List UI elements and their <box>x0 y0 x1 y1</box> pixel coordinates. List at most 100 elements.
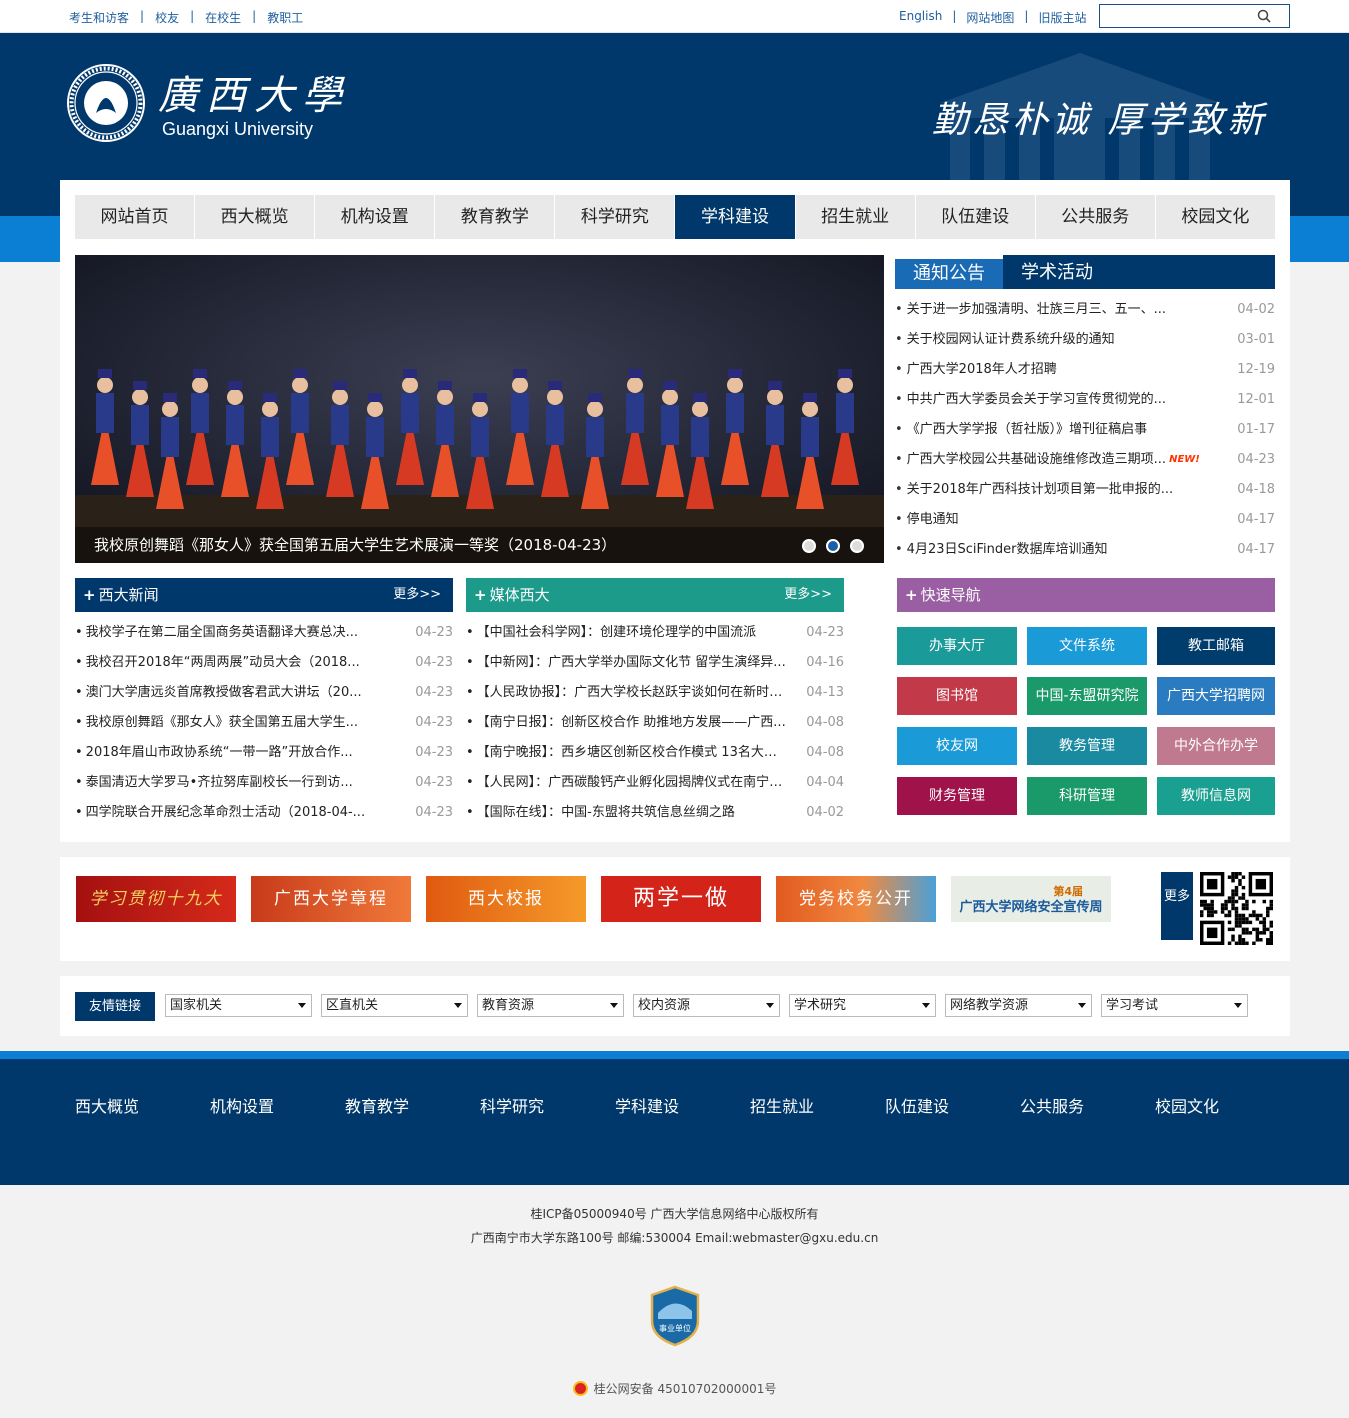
banner-charter[interactable]: 广西大学章程 <box>251 876 411 922</box>
nav-education[interactable]: 教育教学 <box>435 195 556 239</box>
notice-item-title[interactable]: 《广西大学学报（哲社版）》增刊征稿启事 <box>895 415 1148 445</box>
university-logo[interactable]: 廣西大學 Guangxi University <box>66 63 342 143</box>
select-exams[interactable]: 学习考试 <box>1101 994 1248 1017</box>
tab-academic[interactable]: 学术活动 <box>1003 255 1111 289</box>
notice-item-title[interactable]: 停电通知 <box>895 505 959 535</box>
news-item[interactable]: 我校原创舞蹈《那女人》获全国第五届大学生... 04-23 <box>75 708 453 738</box>
banners-more-button[interactable]: 更多 <box>1161 872 1193 940</box>
news-item[interactable]: 泰国清迈大学罗马•齐拉努库副校长一行到访... 04-23 <box>75 768 453 798</box>
news-item-title[interactable]: 澳门大学唐远炎首席教授做客君武大讲坛（20... <box>75 678 362 708</box>
news-item[interactable]: 2018年眉山市政协系统“一带一路”开放合作... 04-23 <box>75 738 453 768</box>
notice-item[interactable]: 《广西大学学报（哲社版）》增刊征稿启事 01-17 <box>895 415 1275 445</box>
quick-button[interactable]: 中国-东盟研究院 <box>1027 677 1147 715</box>
footer-nav-item[interactable]: 招生就业 <box>750 1093 885 1117</box>
quick-button[interactable]: 教工邮箱 <box>1157 627 1275 665</box>
news-item[interactable]: 四学院联合开展纪念革命烈士活动（2018-04-... 04-23 <box>75 798 453 828</box>
news-item-title[interactable]: 泰国清迈大学罗马•齐拉努库副校长一行到访... <box>75 768 353 798</box>
notice-item-title[interactable]: 关于2018年广西科技计划项目第一批申报的... <box>895 475 1173 505</box>
media-item-title[interactable]: 【中新网】：广西大学举办国际文化节 留学生演绎异... <box>466 648 786 678</box>
nav-discipline[interactable]: 学科建设 <box>675 195 796 239</box>
footer-nav-item[interactable]: 校园文化 <box>1155 1093 1290 1117</box>
quick-button[interactable]: 广西大学招聘网 <box>1157 677 1275 715</box>
news-item-title[interactable]: 我校原创舞蹈《那女人》获全国第五届大学生... <box>75 708 358 738</box>
media-item[interactable]: 【中国社会科学网】：创建环境伦理学的中国流派 04-23 <box>466 618 844 648</box>
notice-item[interactable]: 4月23日SciFinder数据库培训通知 04-17 <box>895 535 1275 565</box>
search-icon[interactable] <box>1257 9 1271 23</box>
select-campus[interactable]: 校内资源 <box>633 994 780 1017</box>
news-item[interactable]: 我校学子在第二届全国商务英语翻译大赛总决... 04-23 <box>75 618 453 648</box>
notice-item[interactable]: 关于进一步加强清明、壮族三月三、五一、... 04-02 <box>895 295 1275 325</box>
link-sitemap[interactable]: 网站地图 <box>966 9 1014 26</box>
media-item[interactable]: 【南宁晚报】：西乡塘区创新区校合作模式 13名大学... 04-08 <box>466 738 844 768</box>
select-online-teaching[interactable]: 网络教学资源 <box>945 994 1092 1017</box>
quick-button[interactable]: 财务管理 <box>897 777 1017 815</box>
select-academic[interactable]: 学术研究 <box>789 994 936 1017</box>
news-item[interactable]: 澳门大学唐远炎首席教授做客君武大讲坛（20... 04-23 <box>75 678 453 708</box>
link-staff[interactable]: 教职工 <box>267 9 303 26</box>
quick-button[interactable]: 文件系统 <box>1027 627 1147 665</box>
notice-item[interactable]: 关于2018年广西科技计划项目第一批申报的... 04-18 <box>895 475 1275 505</box>
institution-badge-icon[interactable]: 事业单位 <box>650 1285 700 1347</box>
news-item-title[interactable]: 2018年眉山市政协系统“一带一路”开放合作... <box>75 738 353 768</box>
police-record[interactable]: 桂公网安备 45010702000001号 <box>0 1380 1349 1397</box>
notice-item[interactable]: 广西大学校园公共基础设施维修改造三期项...NEW! 04-23 <box>895 445 1275 475</box>
footer-nav-item[interactable]: 公共服务 <box>1020 1093 1155 1117</box>
nav-culture[interactable]: 校园文化 <box>1156 195 1275 239</box>
link-alumni[interactable]: 校友 <box>155 9 179 26</box>
media-item-title[interactable]: 【南宁晚报】：西乡塘区创新区校合作模式 13名大学... <box>466 738 786 768</box>
news-more-link[interactable]: 更多>> <box>393 578 453 612</box>
nav-services[interactable]: 公共服务 <box>1036 195 1156 239</box>
slider-caption[interactable]: 我校原创舞蹈《那女人》获全国第五届大学生艺术展演一等奖（2018-04-23） <box>75 527 884 563</box>
notice-item[interactable]: 广西大学2018年人才招聘 12-19 <box>895 355 1275 385</box>
slider-dot[interactable] <box>802 539 816 553</box>
quick-button[interactable]: 教师信息网 <box>1157 777 1275 815</box>
nav-organization[interactable]: 机构设置 <box>315 195 436 239</box>
media-more-link[interactable]: 更多>> <box>784 578 844 612</box>
media-item-title[interactable]: 【南宁日报】：创新区校合作 助推地方发展——广西... <box>466 708 786 738</box>
banner-newspaper[interactable]: 西大校报 <box>426 876 586 922</box>
quick-button[interactable]: 科研管理 <box>1027 777 1147 815</box>
media-item[interactable]: 【人民政协报】：广西大学校长赵跃宇谈如何在新时代... 04-13 <box>466 678 844 708</box>
footer-nav-item[interactable]: 教育教学 <box>345 1093 480 1117</box>
notice-item-title[interactable]: 中共广西大学委员会关于学习宣传贯彻党的... <box>895 385 1166 415</box>
quick-button[interactable]: 中外合作办学 <box>1157 727 1275 765</box>
footer-nav-item[interactable]: 学科建设 <box>615 1093 750 1117</box>
footer-nav-item[interactable]: 科学研究 <box>480 1093 615 1117</box>
media-item-title[interactable]: 【人民政协报】：广西大学校长赵跃宇谈如何在新时代... <box>466 678 786 708</box>
media-item[interactable]: 【中新网】：广西大学举办国际文化节 留学生演绎异... 04-16 <box>466 648 844 678</box>
media-item[interactable]: 【国际在线】：中国-东盟将共筑信息丝绸之路 04-02 <box>466 798 844 828</box>
news-item[interactable]: 我校召开2018年“两周两展”动员大会（2018... 04-23 <box>75 648 453 678</box>
notice-item[interactable]: 关于校园网认证计费系统升级的通知 03-01 <box>895 325 1275 355</box>
link-english[interactable]: English <box>899 9 942 26</box>
notice-item-title[interactable]: 4月23日SciFinder数据库培训通知 <box>895 535 1108 565</box>
nav-research[interactable]: 科学研究 <box>555 195 676 239</box>
select-education[interactable]: 教育资源 <box>477 994 624 1017</box>
footer-nav-item[interactable]: 西大概览 <box>75 1093 210 1117</box>
slider-dot-active[interactable] <box>826 539 840 553</box>
footer-nav-item[interactable]: 队伍建设 <box>885 1093 1020 1117</box>
footer-nav-item[interactable]: 机构设置 <box>210 1093 345 1117</box>
media-item[interactable]: 【人民网】：广西碳酸钙产业孵化园揭牌仪式在南宁举行 04-04 <box>466 768 844 798</box>
search-input[interactable] <box>1100 5 1250 27</box>
notice-item-title[interactable]: 关于校园网认证计费系统升级的通知 <box>895 325 1115 355</box>
tab-notices[interactable]: 通知公告 <box>895 255 1003 289</box>
quick-button[interactable]: 教务管理 <box>1027 727 1147 765</box>
nav-home[interactable]: 网站首页 <box>75 195 196 239</box>
slider-dot[interactable] <box>850 539 864 553</box>
media-item-title[interactable]: 【人民网】：广西碳酸钙产业孵化园揭牌仪式在南宁举行 <box>466 768 786 798</box>
select-government[interactable]: 国家机关 <box>165 994 312 1017</box>
news-item-title[interactable]: 我校学子在第二届全国商务英语翻译大赛总决... <box>75 618 358 648</box>
nav-faculty[interactable]: 队伍建设 <box>916 195 1036 239</box>
news-item-title[interactable]: 四学院联合开展纪念革命烈士活动（2018-04-... <box>75 798 365 828</box>
nav-overview[interactable]: 西大概览 <box>195 195 316 239</box>
notice-item-title[interactable]: 广西大学2018年人才招聘 <box>895 355 1057 385</box>
media-item-title[interactable]: 【国际在线】：中国-东盟将共筑信息丝绸之路 <box>466 798 735 828</box>
notice-item-title[interactable]: 关于进一步加强清明、壮族三月三、五一、... <box>895 295 1166 325</box>
media-item[interactable]: 【南宁日报】：创新区校合作 助推地方发展——广西... 04-08 <box>466 708 844 738</box>
quick-button[interactable]: 图书馆 <box>897 677 1017 715</box>
banner-two-studies[interactable]: 两学一做 <box>601 876 761 922</box>
notice-item[interactable]: 中共广西大学委员会关于学习宣传贯彻党的... 12-01 <box>895 385 1275 415</box>
link-visitors[interactable]: 考生和访客 <box>69 9 129 26</box>
nav-admission[interactable]: 招生就业 <box>796 195 916 239</box>
quick-button[interactable]: 办事大厅 <box>897 627 1017 665</box>
